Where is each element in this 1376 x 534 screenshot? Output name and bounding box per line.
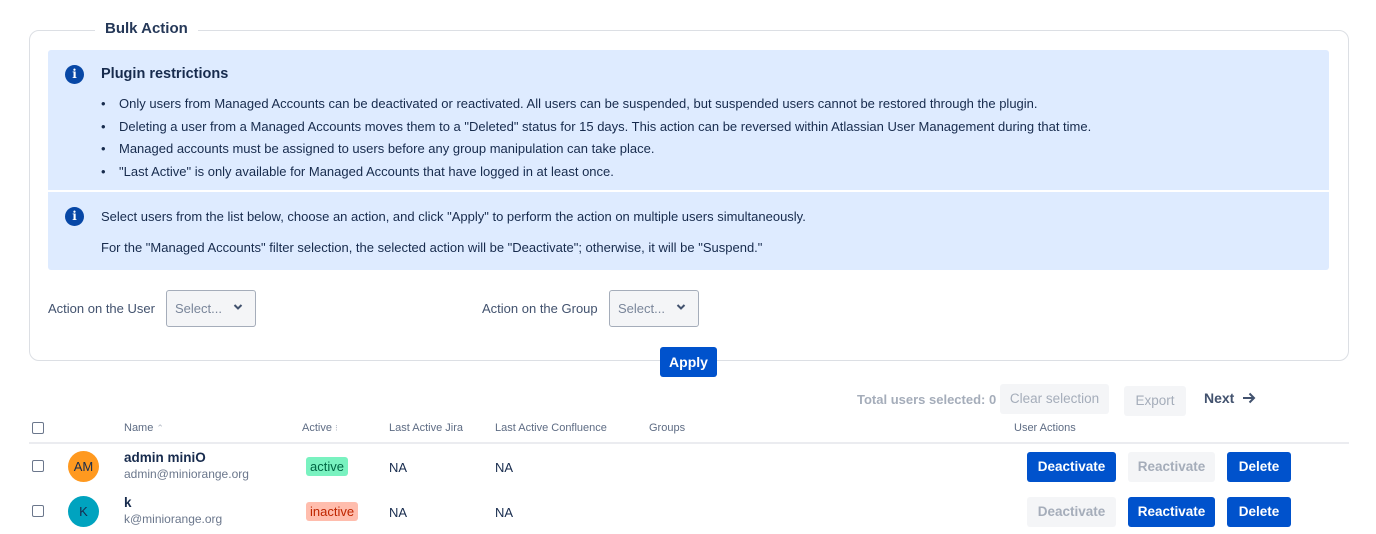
column-header-user-actions: User Actions xyxy=(1014,422,1076,434)
instructions-line-1: Select users from the list below, choose… xyxy=(101,209,806,224)
user-action-label: Action on the User xyxy=(48,301,155,316)
user-email: k@miniorange.org xyxy=(124,512,223,526)
group-action-label: Action on the Group xyxy=(482,301,598,316)
column-header-last-active-jira: Last Active Jira xyxy=(389,422,463,434)
restrictions-title: Plugin restrictions xyxy=(101,66,229,82)
next-label: Next xyxy=(1204,390,1235,406)
last-active-jira: NA xyxy=(389,460,408,475)
restriction-item: Only users from Managed Accounts can be … xyxy=(101,93,1091,116)
clear-selection-button[interactable]: Clear selection xyxy=(1000,384,1109,414)
export-button[interactable]: Export xyxy=(1124,386,1186,416)
user-name: admin miniO xyxy=(124,450,206,465)
user-email: admin@miniorange.org xyxy=(124,467,249,481)
chevron-down-icon xyxy=(676,304,686,310)
total-selected-count: Total users selected: 0 xyxy=(857,392,997,407)
arrow-right-icon xyxy=(1243,392,1256,404)
user-action-placeholder: Select... xyxy=(175,301,222,316)
deactivate-button[interactable]: Deactivate xyxy=(1027,452,1116,482)
last-active-jira: NA xyxy=(389,505,408,520)
next-page-button[interactable]: Next xyxy=(1204,390,1256,406)
deactivate-button[interactable]: Deactivate xyxy=(1027,497,1116,527)
restriction-item: Managed accounts must be assigned to use… xyxy=(101,138,1091,161)
restriction-item: Deleting a user from a Managed Accounts … xyxy=(101,116,1091,139)
plugin-restrictions-message: i Plugin restrictions Only users from Ma… xyxy=(48,50,1329,190)
group-action-select[interactable]: Select... xyxy=(609,290,699,327)
table-header-divider xyxy=(29,442,1349,444)
avatar: K xyxy=(68,496,99,527)
info-icon: i xyxy=(65,207,84,226)
restrictions-list: Only users from Managed Accounts can be … xyxy=(101,93,1091,184)
reactivate-button[interactable]: Reactivate xyxy=(1128,452,1215,482)
group-action-placeholder: Select... xyxy=(618,301,665,316)
column-header-last-active-confluence: Last Active Confluence xyxy=(495,422,607,434)
last-active-confluence: NA xyxy=(495,460,514,475)
last-active-confluence: NA xyxy=(495,505,514,520)
status-badge: inactive xyxy=(306,502,359,521)
sort-icon: ⌃ xyxy=(156,423,164,433)
status-badge: active xyxy=(306,457,348,476)
column-header-groups: Groups xyxy=(649,422,686,434)
instructions-line-2: For the "Managed Accounts" filter select… xyxy=(101,240,763,255)
apply-button[interactable]: Apply xyxy=(660,347,717,377)
row-checkbox[interactable] xyxy=(32,460,44,472)
column-header-name-label: Name xyxy=(124,422,154,434)
select-all-checkbox[interactable] xyxy=(32,422,44,434)
user-name: k xyxy=(124,495,132,510)
column-header-active-label: Active xyxy=(302,422,332,434)
row-checkbox[interactable] xyxy=(32,505,44,517)
column-header-active[interactable]: Active ⁝ xyxy=(302,422,338,434)
user-action-select[interactable]: Select... xyxy=(166,290,256,327)
sort-icon: ⁝ xyxy=(334,423,338,433)
reactivate-button[interactable]: Reactivate xyxy=(1128,497,1215,527)
info-icon: i xyxy=(65,65,84,84)
delete-button[interactable]: Delete xyxy=(1227,497,1291,527)
restriction-item: "Last Active" is only available for Mana… xyxy=(101,161,1091,184)
instructions-message: i Select users from the list below, choo… xyxy=(48,192,1329,270)
delete-button[interactable]: Delete xyxy=(1227,452,1291,482)
chevron-down-icon xyxy=(233,304,243,310)
avatar: AM xyxy=(68,451,99,482)
bulk-action-legend: Bulk Action xyxy=(95,20,198,38)
column-header-name[interactable]: Name ⌃ xyxy=(124,422,164,434)
